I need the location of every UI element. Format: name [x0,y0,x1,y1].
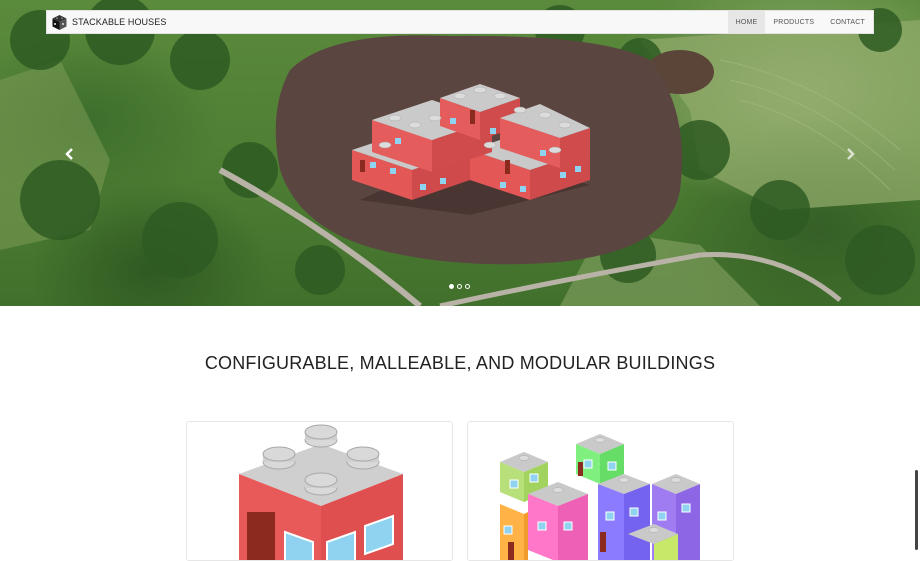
brand[interactable]: STACKABLE HOUSES [47,11,166,33]
nav-item-contact[interactable]: CONTACT [822,11,873,33]
product-card-multi[interactable] [467,421,734,561]
aerial-landscape-image [0,0,920,306]
carousel-indicator-1[interactable] [449,284,454,289]
chevron-right-icon [847,148,855,160]
nav-item-home[interactable]: HOME [727,11,766,33]
nav-menu: HOME PRODUCTS CONTACT [727,11,873,33]
carousel-next-button[interactable] [842,147,858,165]
carousel-indicators [449,284,470,289]
page-scrollbar[interactable] [915,470,918,550]
hero-carousel: STACKABLE HOUSES HOME PRODUCTS CONTACT [0,0,920,306]
carousel-prev-button[interactable] [62,147,78,165]
nav-item-products[interactable]: PRODUCTS [765,11,822,33]
chevron-left-icon [65,148,73,160]
product-card-single[interactable] [186,421,453,561]
carousel-indicator-3[interactable] [465,284,470,289]
carousel-indicator-2[interactable] [457,284,462,289]
stacked-colorful-houses-image [500,434,700,560]
brand-name: STACKABLE HOUSES [72,17,167,27]
navbar: STACKABLE HOUSES HOME PRODUCTS CONTACT [46,10,874,34]
cube-logo-icon [52,14,67,30]
section-headline: CONFIGURABLE, MALLEABLE, AND MODULAR BUI… [204,353,716,373]
single-block-house-image [239,424,403,560]
